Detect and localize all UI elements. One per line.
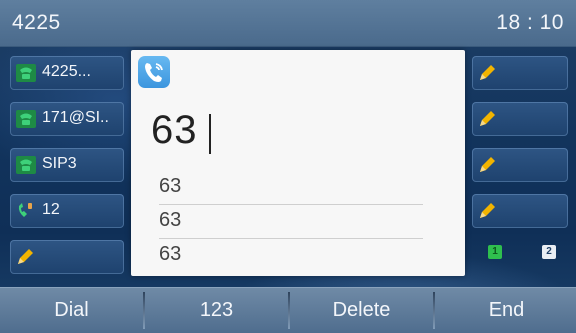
line-key-label: 12 bbox=[42, 201, 60, 218]
pencil-icon bbox=[18, 249, 33, 264]
input-mode-button[interactable]: 123 bbox=[145, 288, 288, 333]
dial-button[interactable]: Dial bbox=[0, 288, 143, 333]
page-1-dot[interactable]: 1 bbox=[488, 245, 502, 259]
dialed-number-input[interactable]: 63 bbox=[151, 108, 198, 153]
suggestion-number: 63 bbox=[159, 209, 182, 231]
line-key-label: SIP3 bbox=[42, 155, 77, 172]
line-key-label: 171@SI.. bbox=[42, 109, 109, 126]
suggestion-number: 63 bbox=[159, 175, 182, 197]
line-key-1[interactable]: 4225... bbox=[10, 56, 124, 90]
end-button[interactable]: End bbox=[435, 288, 576, 333]
suggestion-item[interactable]: 63 bbox=[159, 238, 423, 272]
pencil-icon bbox=[480, 65, 495, 80]
phone-handset-icon bbox=[16, 64, 36, 82]
phone-handset-ringing-icon bbox=[18, 203, 32, 217]
suggestion-item[interactable]: 63 bbox=[159, 204, 423, 239]
line-key-5[interactable] bbox=[10, 240, 124, 274]
status-bar: 4225 18 : 10 bbox=[0, 0, 576, 47]
suggestion-item[interactable]: 63 bbox=[159, 170, 423, 205]
pencil-icon bbox=[480, 203, 495, 218]
right-key-1[interactable] bbox=[472, 56, 568, 90]
dial-panel: 63 63 63 63 bbox=[131, 50, 465, 276]
right-key-4[interactable] bbox=[472, 194, 568, 228]
softkey-bar: Dial 123 Delete End bbox=[0, 287, 576, 333]
line-key-4[interactable]: 12 bbox=[10, 194, 124, 228]
clock: 18 : 10 bbox=[496, 11, 564, 34]
page-2-dot[interactable]: 2 bbox=[542, 245, 556, 259]
phone-handset-icon bbox=[16, 156, 36, 174]
phone-screen: 4225 18 : 10 4225... 171@SI.. SIP3 12 1 … bbox=[0, 0, 576, 333]
line-key-label: 4225... bbox=[42, 63, 91, 80]
line-key-2[interactable]: 171@SI.. bbox=[10, 102, 124, 136]
delete-button[interactable]: Delete bbox=[290, 288, 433, 333]
phone-icon bbox=[138, 56, 170, 88]
line-key-3[interactable]: SIP3 bbox=[10, 148, 124, 182]
right-key-2[interactable] bbox=[472, 102, 568, 136]
phone-handset-icon bbox=[16, 110, 36, 128]
text-cursor bbox=[209, 114, 211, 154]
account-title: 4225 bbox=[12, 11, 61, 34]
pencil-icon bbox=[480, 157, 495, 172]
suggestion-number: 63 bbox=[159, 243, 182, 265]
page-indicator: 1 2 bbox=[472, 234, 568, 274]
right-key-3[interactable] bbox=[472, 148, 568, 182]
pencil-icon bbox=[480, 111, 495, 126]
